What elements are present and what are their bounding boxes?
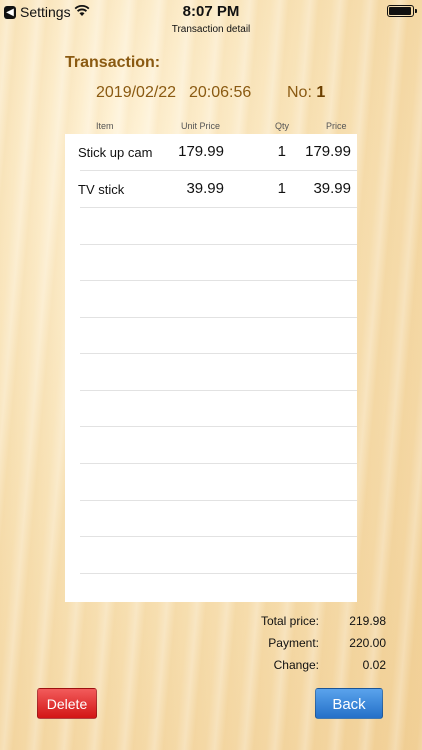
empty-row: [80, 464, 357, 501]
empty-row: [80, 354, 357, 391]
change-value: 0.02: [362, 658, 386, 672]
empty-row: [80, 427, 357, 464]
transaction-number: No: 1: [287, 84, 325, 102]
empty-row: [80, 281, 357, 318]
header-item: Item: [96, 121, 114, 131]
empty-row: [80, 244, 357, 281]
empty-row: [80, 208, 357, 245]
change-line: Change: 0.02: [0, 658, 422, 674]
row-qty: 1: [277, 180, 286, 197]
empty-row: [80, 537, 357, 574]
transaction-heading: Transaction:: [65, 54, 161, 71]
transaction-number-label: No:: [287, 84, 312, 101]
row-price: 39.99: [313, 180, 351, 197]
row-price: 179.99: [305, 143, 351, 160]
row-qty: 1: [277, 143, 286, 160]
total-price-value: 219.98: [349, 614, 386, 628]
row-unit-price: 179.99: [178, 143, 224, 160]
row-unit-price: 39.99: [186, 180, 224, 197]
table-row[interactable]: TV stick 39.99 1 39.99: [78, 171, 357, 208]
payment-value: 220.00: [349, 636, 386, 650]
row-item: TV stick: [78, 182, 125, 197]
transaction-number-value: 1: [316, 84, 326, 101]
page-title: Transaction detail: [171, 24, 251, 35]
header-price: Price: [326, 121, 347, 131]
battery-icon: [387, 5, 417, 17]
transaction-time: 20:06:56: [189, 84, 252, 101]
empty-row: [80, 317, 357, 354]
status-time: 8:07 PM: [182, 3, 240, 20]
table-row[interactable]: Stick up cam 179.99 1 179.99: [78, 134, 357, 171]
total-price-line: Total price: 219.98: [0, 614, 422, 630]
payment-line: Payment: 220.00: [0, 636, 422, 652]
status-bar: ◀ Settings 8:07 PM: [0, 0, 422, 22]
items-table[interactable]: Stick up cam 179.99 1 179.99 TV stick 39…: [65, 134, 357, 602]
back-button[interactable]: Back: [315, 688, 383, 719]
total-price-label: Total price:: [260, 614, 319, 628]
delete-button[interactable]: Delete: [37, 688, 97, 719]
change-label: Change:: [273, 658, 319, 672]
header-unit-price: Unit Price: [181, 121, 221, 131]
empty-row: [80, 390, 357, 427]
transaction-date: 2019/02/22: [96, 84, 177, 101]
payment-label: Payment:: [268, 636, 319, 650]
empty-row: [80, 500, 357, 537]
table-header: Item Unit Price Qty Price: [65, 121, 357, 133]
header-qty: Qty: [275, 121, 290, 131]
row-item: Stick up cam: [78, 145, 153, 160]
